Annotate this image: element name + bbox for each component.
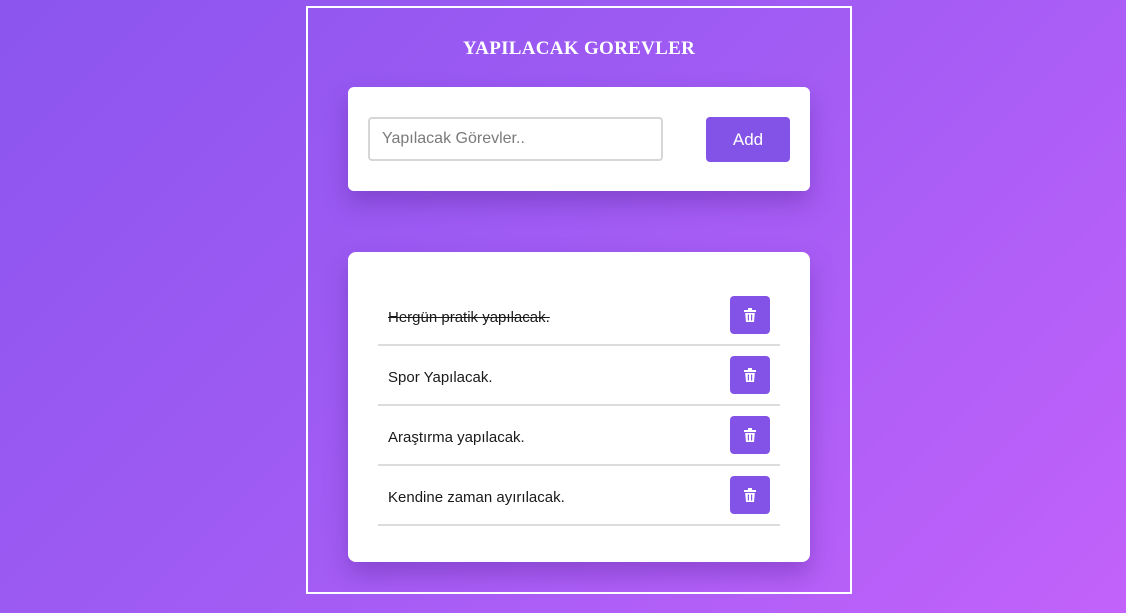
task-text[interactable]: Kendine zaman ayırılacak. [388, 489, 565, 506]
delete-button[interactable] [730, 416, 770, 454]
trash-icon [744, 488, 756, 502]
task-list: Hergün pratik yapılacak. Spor Yapılacak.… [378, 286, 780, 526]
app-frame: YAPILACAK GOREVLER Add Hergün pratik yap… [306, 6, 852, 594]
trash-icon [744, 308, 756, 322]
task-item[interactable]: Kendine zaman ayırılacak. [378, 466, 780, 526]
delete-button[interactable] [730, 356, 770, 394]
add-button[interactable]: Add [706, 117, 790, 162]
task-text[interactable]: Spor Yapılacak. [388, 369, 493, 386]
page-title: YAPILACAK GOREVLER [462, 38, 696, 59]
task-text[interactable]: Hergün pratik yapılacak. [388, 309, 550, 326]
trash-icon [744, 428, 756, 442]
task-text[interactable]: Araştırma yapılacak. [388, 429, 525, 446]
task-input[interactable] [368, 117, 663, 161]
input-card: Add [348, 87, 810, 191]
delete-button[interactable] [730, 296, 770, 334]
task-list-card: Hergün pratik yapılacak. Spor Yapılacak.… [348, 252, 810, 562]
task-item[interactable]: Araştırma yapılacak. [378, 406, 780, 466]
delete-button[interactable] [730, 476, 770, 514]
trash-icon [744, 368, 756, 382]
task-item[interactable]: Hergün pratik yapılacak. [378, 286, 780, 346]
task-item[interactable]: Spor Yapılacak. [378, 346, 780, 406]
